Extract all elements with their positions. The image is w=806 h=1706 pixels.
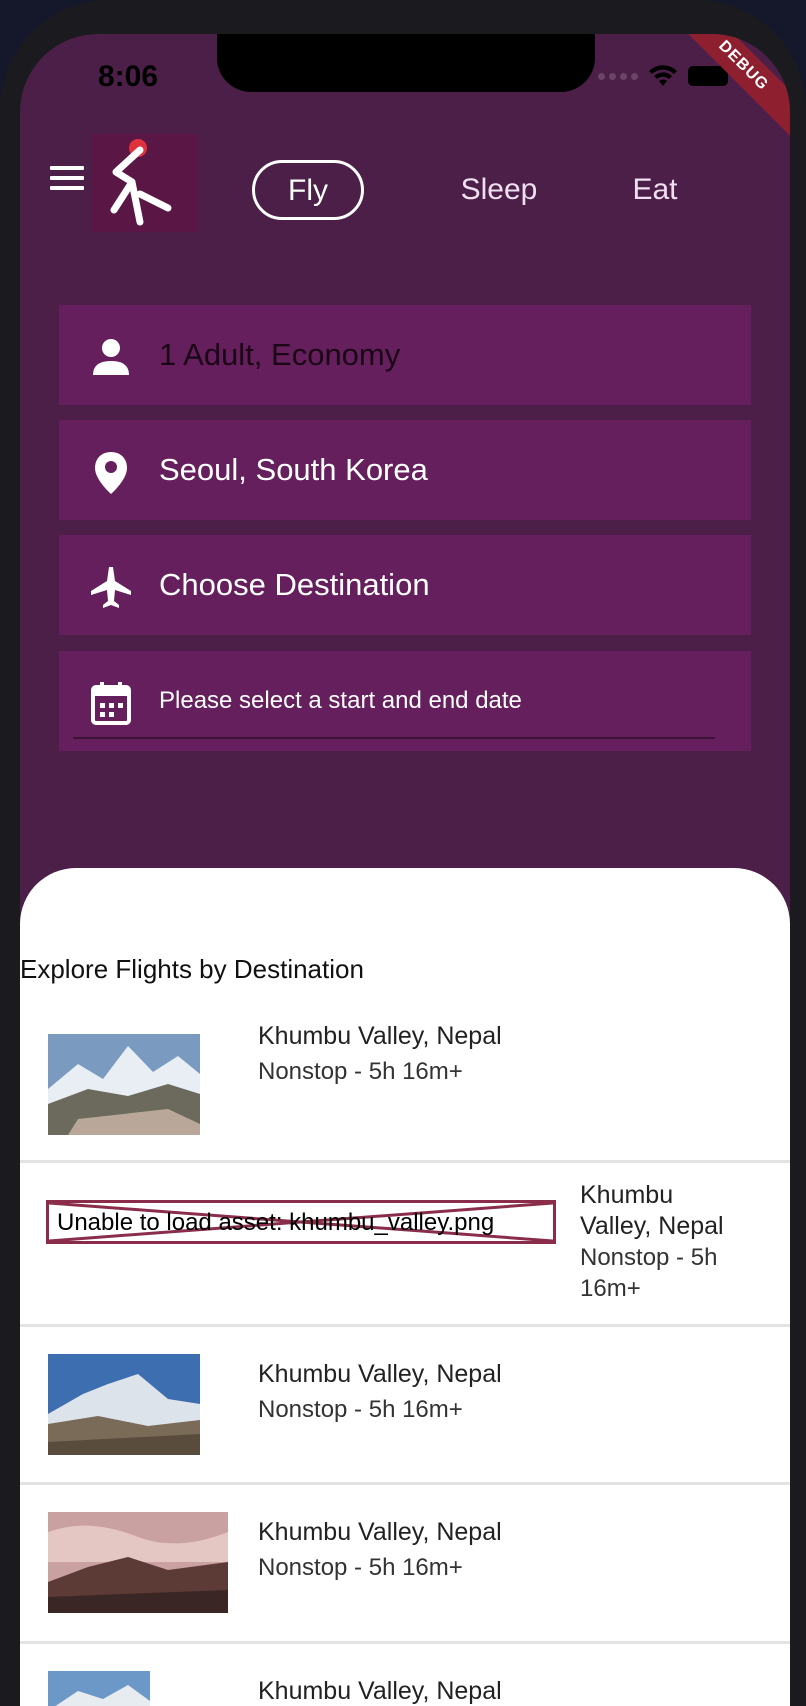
tab-sleep[interactable]: Sleep [424, 160, 574, 220]
image-error-placeholder: Unable to load asset: khumbu_valley.png [46, 1200, 556, 1244]
wifi-icon [649, 65, 677, 86]
app-logo [92, 134, 198, 232]
tab-fly[interactable]: Fly [252, 160, 364, 220]
origin-field[interactable]: Seoul, South Korea [59, 420, 751, 520]
app-screen: 8:06 DEBUG Fly Sleep Eat 1 Adult, Econom… [20, 34, 790, 1706]
explore-title: Explore Flights by Destination [20, 954, 364, 984]
phone-frame: 8:06 DEBUG Fly Sleep Eat 1 Adult, Econom… [0, 0, 806, 1706]
destination-list-item[interactable]: Unable to load asset: khumbu_valley.png … [20, 1160, 790, 1327]
device-notch [217, 34, 595, 92]
date-range-field[interactable]: Please select a start and end date [59, 651, 751, 751]
travelers-value: 1 Adult, Economy [159, 337, 401, 372]
date-field-underline [73, 737, 715, 739]
destination-name: Khumbu Valley, Nepal [258, 1022, 502, 1050]
destination-list-item[interactable]: Khumbu Valley, Nepal [20, 1643, 790, 1706]
destination-thumbnail [48, 1512, 228, 1613]
destination-thumbnail [48, 1354, 200, 1455]
status-time: 8:06 [98, 60, 159, 93]
destination-name: Khumbu Valley, Nepal [258, 1518, 502, 1546]
destination-thumbnail [48, 1034, 200, 1135]
destination-detail: Nonstop - 5h 16m+ [580, 1244, 718, 1302]
destination-detail: Nonstop - 5h 16m+ [258, 1554, 463, 1581]
top-bar: Fly Sleep Eat [20, 124, 790, 234]
date-range-placeholder: Please select a start and end date [159, 687, 522, 714]
destination-field[interactable]: Choose Destination [59, 535, 751, 635]
airplane-icon [91, 567, 131, 608]
calendar-icon [91, 682, 131, 725]
destination-name: Khumbu Valley, Nepal [580, 1181, 724, 1240]
origin-value: Seoul, South Korea [159, 452, 428, 487]
destination-thumbnail [48, 1671, 150, 1706]
status-icons [598, 64, 728, 88]
travelers-field[interactable]: 1 Adult, Economy [59, 305, 751, 405]
destination-detail: Nonstop - 5h 16m+ [258, 1396, 463, 1423]
destination-detail: Nonstop - 5h 16m+ [258, 1058, 463, 1085]
explore-sheet: Explore Flights by Destination Khumbu Va… [20, 868, 790, 1706]
destination-name: Khumbu Valley, Nepal [258, 1677, 502, 1705]
tab-eat[interactable]: Eat [610, 160, 700, 220]
destination-list-item[interactable]: Khumbu Valley, Nepal Nonstop - 5h 16m+ [20, 1326, 790, 1485]
destination-list-item[interactable]: Khumbu Valley, Nepal Nonstop - 5h 16m+ [20, 988, 790, 1163]
battery-icon [688, 66, 728, 86]
location-pin-icon [95, 452, 127, 494]
image-error-text: Unable to load asset: khumbu_valley.png [57, 1209, 495, 1236]
signal-icon [598, 72, 638, 80]
destination-name: Khumbu Valley, Nepal [258, 1360, 502, 1388]
destination-placeholder: Choose Destination [159, 567, 430, 602]
person-icon [93, 339, 129, 375]
menu-icon[interactable] [50, 166, 84, 192]
destination-list-item[interactable]: Khumbu Valley, Nepal Nonstop - 5h 16m+ [20, 1484, 790, 1644]
